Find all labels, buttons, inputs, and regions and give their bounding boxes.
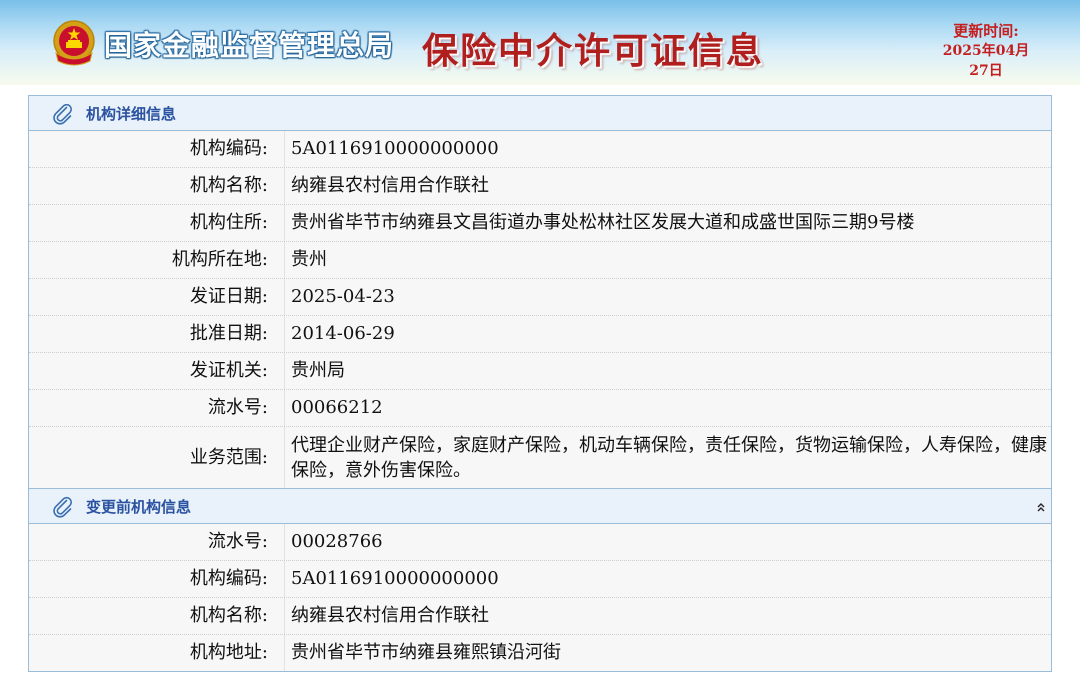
institution-detail-panel: 机构详细信息 机构编码: 5A0116910000000000 机构名称: 纳雍…: [28, 95, 1052, 489]
row-value: 00066212: [291, 397, 383, 418]
row-value: 贵州局: [291, 360, 345, 381]
row-label: 机构所在地:: [29, 242, 285, 278]
row-label: 机构名称:: [29, 598, 285, 634]
paperclip-icon: [53, 496, 73, 518]
row-value: 5A0116910000000000: [291, 138, 499, 159]
row-label: 机构编码:: [29, 131, 285, 167]
table-row: 发证日期: 2025-04-23: [29, 279, 1051, 316]
row-label: 发证机关:: [29, 353, 285, 389]
panel-title: 机构详细信息: [86, 105, 177, 123]
agency-name: 国家金融监督管理总局: [104, 29, 395, 62]
table-row: 机构名称: 纳雍县农村信用合作联社: [29, 598, 1051, 635]
table-row: 流水号: 00066212: [29, 390, 1051, 427]
table-row: 流水号: 00028766: [29, 524, 1051, 561]
row-value: 贵州省毕节市纳雍县文昌街道办事处松林社区发展大道和成盛世国际三期9号楼: [291, 212, 915, 233]
row-value: 代理企业财产保险，家庭财产保险，机动车辆保险，责任保险，货物运输保险，人寿保险，…: [291, 435, 1047, 481]
system-title: 保险中介许可证信息: [422, 30, 765, 72]
row-label: 机构住所:: [29, 205, 285, 241]
table-row: 机构住所: 贵州省毕节市纳雍县文昌街道办事处松林社区发展大道和成盛世国际三期9号…: [29, 205, 1051, 242]
header-banner: 国家金融监督管理总局 保险中介许可证信息 更新时间: 2025年04月27日: [0, 0, 1080, 85]
row-value: 贵州省毕节市纳雍县雍熙镇沿河街: [291, 642, 561, 663]
row-value: 2014-06-29: [291, 323, 395, 344]
row-value: 纳雍县农村信用合作联社: [291, 175, 489, 196]
before-change-panel: 变更前机构信息 流水号: 00028766 机构编码: 5A0116910000…: [28, 489, 1052, 672]
row-value: 纳雍县农村信用合作联社: [291, 605, 489, 626]
update-label: 更新时间:: [953, 22, 1019, 40]
update-info: 更新时间: 2025年04月27日: [934, 22, 1038, 81]
national-emblem-icon: [53, 20, 95, 66]
row-label: 批准日期:: [29, 316, 285, 352]
table-row: 发证机关: 贵州局: [29, 353, 1051, 390]
row-label: 机构编码:: [29, 561, 285, 597]
row-label: 流水号:: [29, 524, 285, 560]
double-chevron-up-icon[interactable]: [1035, 501, 1047, 513]
row-label: 机构名称:: [29, 168, 285, 204]
row-value: 2025-04-23: [291, 286, 395, 307]
paperclip-icon: [53, 103, 73, 125]
institution-detail-header: 机构详细信息: [29, 96, 1051, 131]
before-change-header[interactable]: 变更前机构信息: [29, 489, 1051, 524]
table-row: 批准日期: 2014-06-29: [29, 316, 1051, 353]
table-row: 机构名称: 纳雍县农村信用合作联社: [29, 168, 1051, 205]
row-value: 5A0116910000000000: [291, 568, 499, 589]
row-label: 流水号:: [29, 390, 285, 426]
panel-title: 变更前机构信息: [86, 498, 192, 516]
row-value: 贵州: [291, 249, 327, 270]
table-row: 机构所在地: 贵州: [29, 242, 1051, 279]
table-row: 机构地址: 贵州省毕节市纳雍县雍熙镇沿河街: [29, 635, 1051, 671]
update-date: 2025年04月27日: [942, 43, 1030, 79]
table-row: 业务范围: 代理企业财产保险，家庭财产保险，机动车辆保险，责任保险，货物运输保险…: [29, 427, 1051, 488]
row-label: 业务范围:: [29, 427, 285, 488]
table-row: 机构编码: 5A0116910000000000: [29, 131, 1051, 168]
row-label: 机构地址:: [29, 635, 285, 671]
row-label: 发证日期:: [29, 279, 285, 315]
row-value: 00028766: [291, 531, 383, 552]
table-row: 机构编码: 5A0116910000000000: [29, 561, 1051, 598]
